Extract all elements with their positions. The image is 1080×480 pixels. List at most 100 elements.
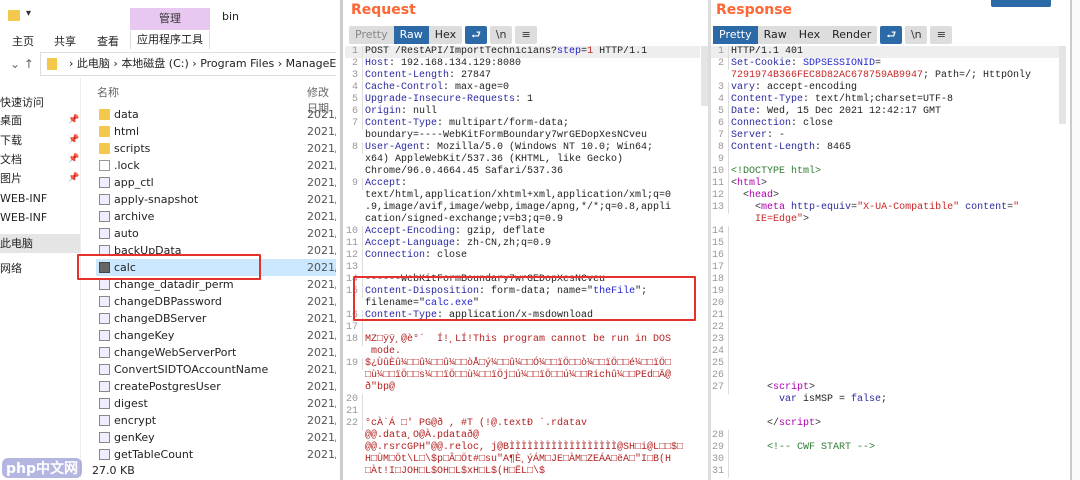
file-name: changeWebServerPort bbox=[114, 346, 237, 359]
file-name: html bbox=[114, 125, 140, 138]
breadcrumb-item[interactable]: ManageEng bbox=[286, 57, 336, 70]
response-scrollbar[interactable] bbox=[1059, 46, 1066, 124]
code-line: 18 MZ□ÿÿ¸@è°´ Í!¸LÍ!This program cannot b… bbox=[345, 334, 700, 346]
code-line: 7 Content-Type: multipart/form-data; bbox=[345, 118, 700, 130]
address-bar[interactable]: › 此电脑 › 本地磁盘 (C:) › Program Files › Mana… bbox=[40, 52, 336, 76]
line-number: 5 bbox=[345, 94, 363, 106]
wrap-lines-icon[interactable]: ⮐ bbox=[465, 26, 488, 44]
request-toolbar: Pretty Raw Hex ⮐ \n ≡ bbox=[349, 26, 538, 44]
column-header-name[interactable]: 名称 bbox=[97, 84, 119, 100]
application-icon bbox=[99, 364, 110, 375]
view-tab-raw[interactable]: Raw bbox=[758, 26, 793, 44]
code-line: 6 Connection: close bbox=[711, 118, 1059, 130]
up-arrow-icon[interactable]: ⌄ ↑ bbox=[10, 57, 34, 71]
breadcrumb-item[interactable]: 本地磁盘 (C:) bbox=[121, 57, 188, 70]
nav-item[interactable]: 图片 📌 bbox=[0, 169, 80, 188]
file-row[interactable]: changeDBServer 2021/7/ bbox=[96, 310, 336, 327]
file-row[interactable]: changeDBPassword 2021/7/ bbox=[96, 293, 336, 310]
tab-application-tools[interactable]: 应用程序工具 bbox=[130, 31, 210, 49]
nav-item[interactable]: WEB-INF bbox=[0, 189, 80, 208]
nav-item-label: WEB-INF bbox=[0, 211, 48, 224]
file-row[interactable]: getTableCount 2021/7/ bbox=[96, 446, 336, 463]
menu-icon[interactable]: ≡ bbox=[515, 26, 538, 44]
line-number: 16 bbox=[711, 250, 729, 262]
code-token: @@.rsrcGPH"@@.reloc, j@BÌÌÌÌÌÌÌÌÌÌÌÌÌÌÌÌ… bbox=[365, 442, 684, 453]
show-newlines-button[interactable]: \n bbox=[905, 26, 928, 44]
file-row[interactable]: apply-snapshot 2021/7/ bbox=[96, 191, 336, 208]
file-name: auto bbox=[114, 227, 139, 240]
view-tab-hex[interactable]: Hex bbox=[793, 26, 826, 44]
view-tab-hex[interactable]: Hex bbox=[429, 26, 462, 44]
file-row[interactable]: changeWebServerPort 2021/7/ bbox=[96, 344, 336, 361]
file-date: 2021/7/ bbox=[307, 380, 336, 393]
request-scrollbar[interactable] bbox=[701, 46, 708, 106]
code-token: Upgrade-Insecure-Requests bbox=[365, 94, 516, 105]
file-row[interactable]: archive 2021/7/ bbox=[96, 208, 336, 225]
file-row[interactable]: ConvertSIDTOAccountName 2021/7/ bbox=[96, 361, 336, 378]
line-number: 7 bbox=[345, 118, 363, 130]
quick-access-dropdown-icon[interactable]: ▾ bbox=[26, 8, 31, 19]
code-line: </script> bbox=[711, 418, 1059, 430]
file-row[interactable]: genKey 2021/7/ bbox=[96, 429, 336, 446]
breadcrumb-item[interactable]: Program Files bbox=[200, 57, 274, 70]
tab-view[interactable]: 查看 bbox=[97, 33, 119, 49]
nav-item[interactable]: 网络 bbox=[0, 259, 80, 278]
file-date: 2021/7/ bbox=[307, 142, 336, 155]
pin-icon[interactable]: 📌 bbox=[68, 131, 79, 150]
code-token: var bbox=[731, 394, 798, 405]
nav-item[interactable]: 文档 📌 bbox=[0, 150, 80, 169]
code-token: false bbox=[851, 394, 882, 405]
file-row[interactable]: auto 2021/7/ bbox=[96, 225, 336, 242]
nav-item-label: 下载 bbox=[0, 134, 22, 147]
pin-icon[interactable]: 📌 bbox=[68, 169, 79, 188]
line-number: 14 bbox=[711, 226, 729, 238]
file-row[interactable]: data 2021/12 bbox=[96, 106, 336, 123]
show-newlines-button[interactable]: \n bbox=[490, 26, 513, 44]
view-tab-pretty[interactable]: Pretty bbox=[713, 26, 758, 44]
nav-item[interactable]: 快速访问 bbox=[0, 93, 80, 112]
file-date: 2021/7/ bbox=[307, 244, 336, 257]
request-editor[interactable]: 1 POST /RestAPI/ImportTechnicians?step=1 … bbox=[345, 46, 700, 480]
code-line: var isMSP = false; bbox=[711, 394, 1059, 406]
view-tab-raw[interactable]: Raw bbox=[393, 26, 429, 44]
file-row[interactable]: scripts 2021/7/ bbox=[96, 140, 336, 157]
nav-item[interactable]: 桌面 📌 bbox=[0, 111, 80, 130]
code-line: 11 Accept-Language: zh-CN,zh;q=0.9 bbox=[345, 238, 700, 250]
nav-item[interactable]: WEB-INF bbox=[0, 208, 80, 227]
file-row[interactable]: .lock 2021/12 bbox=[96, 157, 336, 174]
nav-item[interactable]: 下载 📌 bbox=[0, 131, 80, 150]
response-editor[interactable]: 1 HTTP/1.1 401 2 Set-Cookie: SDPSESSIONID= 7… bbox=[711, 46, 1059, 480]
file-row[interactable]: digest 2021/7/ bbox=[96, 395, 336, 412]
line-number: 15 bbox=[711, 238, 729, 250]
tab-home[interactable]: 主页 bbox=[12, 33, 34, 49]
wrap-lines-icon[interactable]: ⮐ bbox=[880, 26, 903, 44]
view-tab-pretty[interactable]: Pretty bbox=[349, 26, 394, 44]
pin-icon[interactable]: 📌 bbox=[68, 111, 79, 130]
menu-icon[interactable]: ≡ bbox=[930, 26, 953, 44]
code-token: ; bbox=[881, 394, 888, 405]
code-token: : - bbox=[767, 130, 786, 141]
view-tab-render[interactable]: Render bbox=[826, 26, 877, 44]
pin-icon[interactable]: 📌 bbox=[68, 150, 79, 169]
breadcrumb-item[interactable]: 此电脑 bbox=[77, 57, 110, 70]
code-line: 2 Host: 192.168.134.129:8080 bbox=[345, 58, 700, 70]
line-number: 17 bbox=[345, 322, 363, 334]
code-token: Date bbox=[731, 106, 756, 117]
line-number: 20 bbox=[345, 394, 363, 406]
file-row[interactable]: app_ctl 2021/7/ bbox=[96, 174, 336, 191]
code-token: POST /RestAPI/ImportTechnicians? bbox=[365, 46, 558, 57]
tab-share[interactable]: 共享 bbox=[54, 33, 76, 49]
file-row[interactable]: encrypt 2021/7/ bbox=[96, 412, 336, 429]
file-row[interactable]: createPostgresUser 2021/7/ bbox=[96, 378, 336, 395]
nav-item[interactable]: 此电脑 bbox=[0, 234, 80, 253]
ribbon-context-manage[interactable]: 管理 bbox=[130, 8, 210, 30]
code-line: 30 bbox=[711, 454, 1059, 466]
code-line: 10 Accept-Encoding: gzip, deflate bbox=[345, 226, 700, 238]
file-name: archive bbox=[114, 210, 155, 223]
layout-toggle-icon[interactable] bbox=[991, 0, 1051, 7]
nav-item-label: WEB-INF bbox=[0, 192, 48, 205]
file-name: changeDBPassword bbox=[114, 295, 222, 308]
code-token: SDPSESSIONID bbox=[803, 58, 876, 69]
file-row[interactable]: changeKey 2021/7/ bbox=[96, 327, 336, 344]
file-row[interactable]: html 2021/12 bbox=[96, 123, 336, 140]
